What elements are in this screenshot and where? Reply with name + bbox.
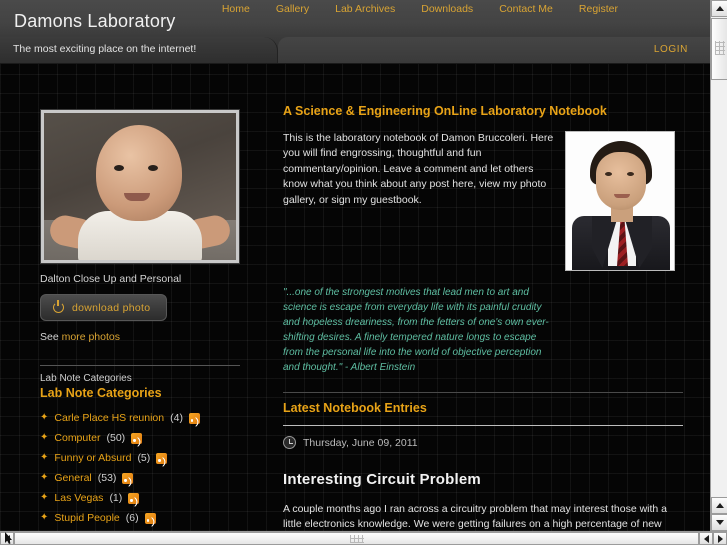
star-bullet-icon: ✦ [40, 432, 49, 443]
entry-title[interactable]: Interesting Circuit Problem [283, 471, 683, 488]
clock-icon [283, 436, 296, 449]
scroll-up-arrow-icon [715, 6, 724, 11]
main-navigation: Home Gallery Lab Archives Downloads Cont… [220, 0, 620, 18]
featured-photo-caption: Dalton Close Up and Personal [40, 273, 182, 285]
category-count: (6) [125, 512, 139, 524]
scrollbar-grip-icon [715, 41, 725, 55]
rss-icon[interactable] [156, 452, 168, 464]
featured-photo-image [44, 113, 236, 260]
page-title: A Science & Engineering OnLine Laborator… [283, 104, 607, 118]
scroll-right-button[interactable] [713, 532, 727, 545]
see-more-photos: See more photos [40, 331, 240, 343]
scroll-up-button[interactable] [711, 0, 727, 17]
entry-body: A couple months ago I ran across a circu… [283, 503, 668, 531]
scroll-up-button-bottom[interactable] [711, 497, 727, 514]
nav-item-register[interactable]: Register [577, 0, 620, 18]
category-link[interactable]: Funny or Absurd [54, 452, 131, 464]
list-item[interactable]: ✦ Stupid People (6) [40, 512, 240, 524]
site-title: Damons Laboratory [14, 11, 176, 31]
vertical-scrollbar[interactable] [710, 0, 727, 531]
entry-date: Thursday, June 09, 2011 [283, 436, 683, 449]
scroll-up-arrow-icon [715, 503, 724, 508]
entry-date-text: Thursday, June 09, 2011 [303, 436, 418, 449]
horizontal-scrollbar[interactable] [0, 531, 727, 545]
nav-item-lab-archives[interactable]: Lab Archives [333, 0, 397, 18]
category-link[interactable]: Las Vegas [54, 492, 103, 504]
star-bullet-icon: ✦ [40, 452, 49, 463]
category-count: (1) [109, 492, 123, 504]
einstein-quote: "...one of the strongest motives that le… [283, 287, 549, 373]
list-item[interactable]: ✦ Las Vegas (1) [40, 492, 240, 504]
rss-icon[interactable] [144, 512, 156, 524]
category-count: (53) [97, 472, 117, 484]
site-tagline: The most exciting place on the internet! [13, 43, 197, 55]
star-bullet-icon: ✦ [40, 412, 49, 423]
nav-item-contact-me[interactable]: Contact Me [497, 0, 555, 18]
nav-item-gallery[interactable]: Gallery [274, 0, 311, 18]
category-count: (5) [137, 452, 151, 464]
see-more-photos-link[interactable]: more photos [62, 331, 120, 343]
intro-text: This is the laboratory notebook of Damon… [283, 132, 554, 206]
rss-icon[interactable] [122, 472, 134, 484]
scrollbar-grip-icon [349, 535, 364, 543]
list-item[interactable]: ✦ Computer (50) [40, 432, 240, 444]
site-header: Home Gallery Lab Archives Downloads Cont… [0, 0, 710, 64]
category-link[interactable]: Carle Place HS reunion [54, 412, 164, 424]
web-page: Home Gallery Lab Archives Downloads Cont… [0, 0, 710, 531]
intro-row: This is the laboratory notebook of Damon… [283, 131, 683, 271]
star-bullet-icon: ✦ [40, 492, 49, 503]
star-bullet-icon: ✦ [40, 512, 49, 523]
download-photo-label: download photo [72, 301, 151, 314]
nav-item-downloads[interactable]: Downloads [419, 0, 475, 18]
scroll-right-arrow-icon [717, 534, 723, 543]
category-link[interactable]: Stupid People [54, 512, 119, 524]
horizontal-scrollbar-thumb[interactable] [14, 532, 699, 545]
tagline-bar: The most exciting place on the internet! [0, 37, 278, 63]
scroll-down-button[interactable] [711, 514, 727, 531]
see-more-prefix: See [40, 331, 62, 343]
login-link[interactable]: LOGIN [654, 44, 688, 55]
cursor-icon [5, 532, 12, 544]
category-link[interactable]: General [54, 472, 91, 484]
power-icon [53, 300, 64, 313]
browser-viewport: Home Gallery Lab Archives Downloads Cont… [0, 0, 710, 531]
category-list: ✦ Carle Place HS reunion (4) ✦ Computer … [40, 412, 240, 524]
list-item[interactable]: ✦ General (53) [40, 472, 240, 484]
star-bullet-icon: ✦ [40, 472, 49, 483]
scroll-left-arrow-icon [703, 534, 709, 543]
section-divider-bottom [283, 425, 683, 426]
vertical-scrollbar-thumb[interactable] [711, 18, 727, 80]
rss-icon[interactable] [188, 412, 200, 424]
category-link[interactable]: Computer [54, 432, 100, 444]
latest-entries-heading: Latest Notebook Entries [283, 401, 427, 415]
list-item[interactable]: ✦ Carle Place HS reunion (4) [40, 412, 240, 424]
sidebar: Dalton Close Up and Personal download ph… [40, 109, 240, 531]
sidebar-divider [40, 365, 240, 366]
avatar [565, 131, 675, 271]
download-photo-button[interactable]: download photo [40, 294, 167, 321]
categories-heading: Lab Note Categories [40, 386, 162, 400]
list-item[interactable]: ✦ Funny or Absurd (5) [40, 452, 240, 464]
featured-photo[interactable] [40, 109, 240, 264]
main-column: A Science & Engineering OnLine Laborator… [283, 104, 683, 531]
login-bar: LOGIN [278, 37, 710, 63]
rss-icon[interactable] [131, 432, 143, 444]
rss-icon[interactable] [128, 492, 140, 504]
categories-subtitle: Lab Note Categories [40, 373, 132, 384]
scroll-left-button-2[interactable] [699, 532, 713, 545]
section-divider-top [283, 392, 683, 393]
scroll-down-arrow-icon [715, 520, 724, 525]
category-count: (50) [106, 432, 126, 444]
nav-item-home[interactable]: Home [220, 0, 252, 18]
category-count: (4) [170, 412, 183, 424]
